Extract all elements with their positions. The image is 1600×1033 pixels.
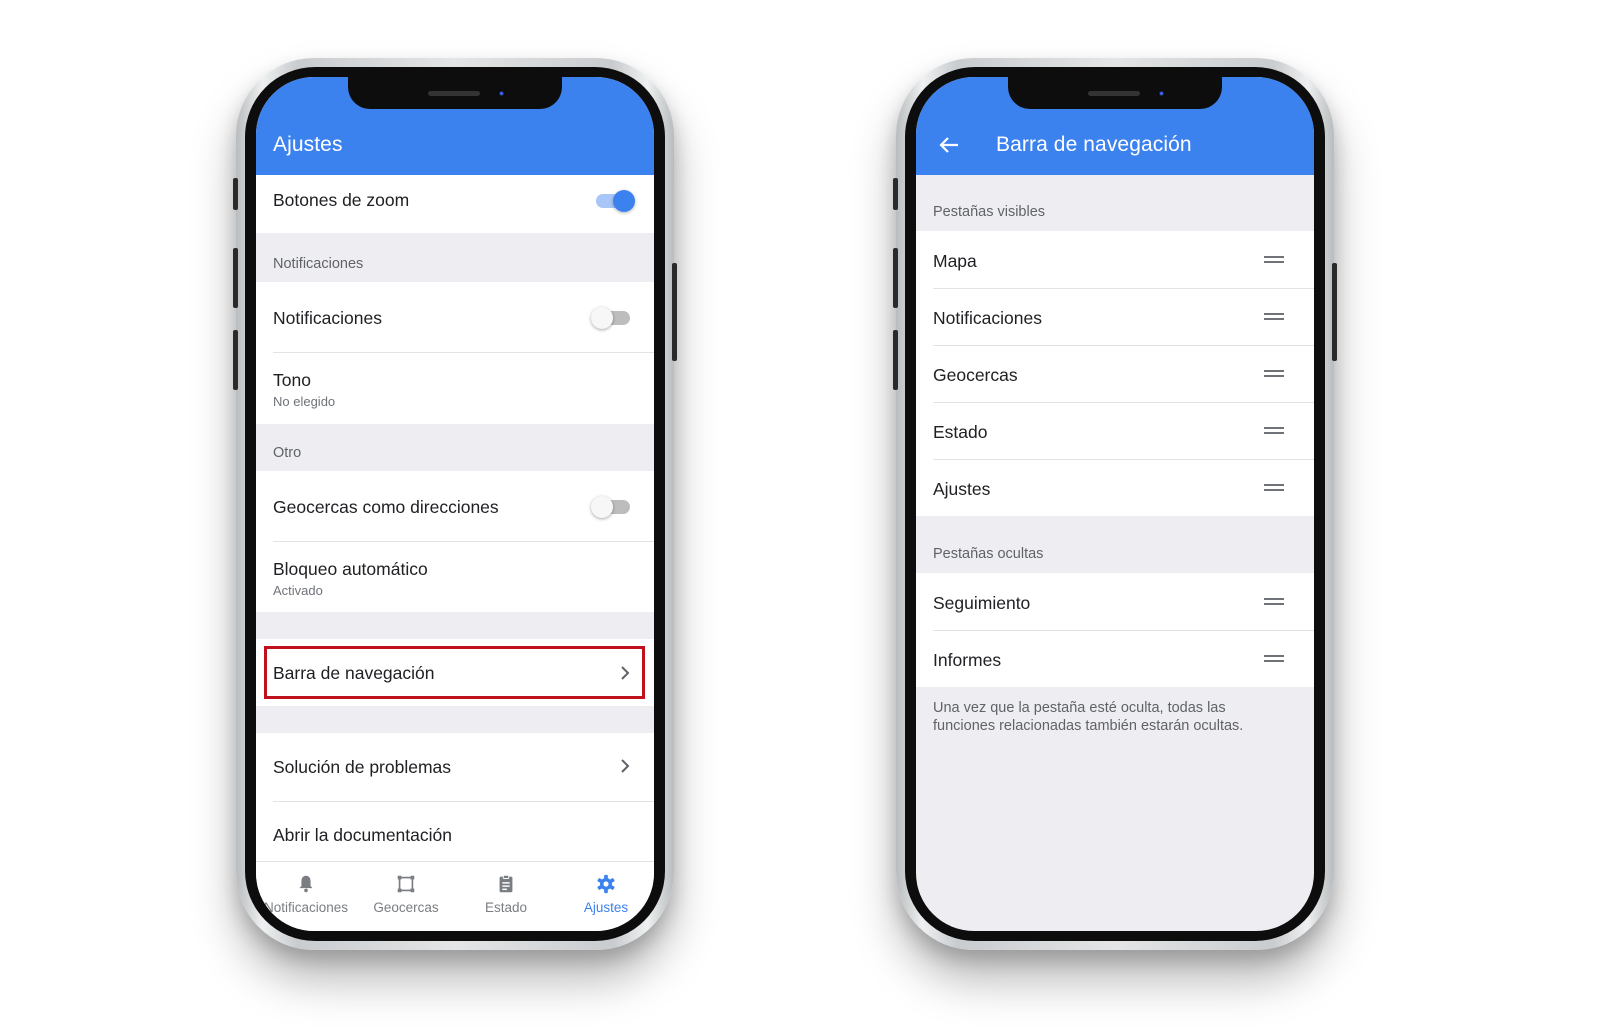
notifications-label: Notificaciones: [273, 308, 382, 328]
auto-lock-value: Activado: [273, 583, 323, 598]
other-group: Geocercas como direcciones Bloqueo autom…: [256, 471, 654, 612]
clipboard-icon: [499, 874, 513, 893]
front-camera: [1157, 89, 1166, 98]
section-header-notifications: Notificaciones: [273, 256, 364, 272]
visible-tab-label: Geocercas: [933, 365, 1018, 385]
section-header-hidden-tabs: Pestañas ocultas: [933, 546, 1044, 562]
phone-frame-right: Barra de navegación Pestañas visibles Ma…: [893, 58, 1337, 950]
volume-down-button: [233, 330, 238, 390]
tab-label: Estado: [484, 900, 528, 915]
drag-handle-icon[interactable]: [1264, 313, 1284, 321]
tone-row[interactable]: Tono No elegido: [256, 353, 654, 424]
mute-switch: [893, 178, 898, 210]
hidden-tabs-list: Seguimiento Informes: [916, 573, 1314, 687]
volume-up-button: [233, 248, 238, 308]
navigation-bar-screen: Barra de navegación Pestañas visibles Ma…: [916, 77, 1314, 931]
hidden-tab-label: Seguimiento: [933, 593, 1031, 613]
settings-list: Botones de zoom Notificaciones Notificac…: [256, 175, 654, 931]
navigation-bar-row[interactable]: Barra de navegación: [256, 639, 654, 706]
toggle-knob: [613, 190, 635, 212]
hidden-tabs-note: Una vez que la pestaña esté oculta, toda…: [933, 700, 1244, 734]
visible-tab-row[interactable]: Geocercas: [916, 345, 1314, 402]
mute-switch: [233, 178, 238, 210]
speaker: [1088, 91, 1140, 96]
drag-handle-icon[interactable]: [1264, 598, 1284, 606]
geofences-as-addresses-row[interactable]: Geocercas como direcciones: [256, 471, 654, 541]
tone-value: No elegido: [273, 394, 336, 409]
power-button: [1332, 263, 1337, 361]
drag-handle-icon[interactable]: [1264, 370, 1284, 378]
power-button: [672, 263, 677, 361]
navigation-bar-label: Barra de navegación: [273, 663, 435, 683]
speaker: [428, 91, 480, 96]
visible-tab-label: Estado: [933, 422, 988, 442]
drag-handle-icon[interactable]: [1264, 256, 1284, 264]
open-docs-row[interactable]: Abrir la documentación: [256, 802, 654, 869]
front-camera: [497, 89, 506, 98]
visible-tab-row[interactable]: Mapa: [916, 231, 1314, 288]
notifications-toggle[interactable]: [591, 307, 630, 329]
troubleshooting-row[interactable]: Solución de problemas: [256, 733, 654, 801]
visible-tab-label: Mapa: [933, 251, 977, 271]
page-title: Barra de navegación: [996, 133, 1192, 156]
tab-notifications[interactable]: Notificaciones: [256, 868, 356, 915]
visible-tab-row[interactable]: Ajustes: [916, 459, 1314, 516]
drag-handle-icon[interactable]: [1264, 427, 1284, 435]
visible-tab-row[interactable]: Notificaciones: [916, 288, 1314, 345]
hidden-tab-row[interactable]: Seguimiento: [916, 573, 1314, 630]
tab-label: Notificaciones: [263, 900, 349, 915]
volume-down-button: [893, 330, 898, 390]
open-docs-label: Abrir la documentación: [273, 825, 452, 845]
bell-icon: [299, 875, 313, 893]
help-group: Solución de problemas Abrir la documenta…: [256, 733, 654, 869]
zoom-buttons-label: Botones de zoom: [273, 190, 410, 210]
chevron-right-icon: [621, 759, 630, 773]
section-header-visible-tabs: Pestañas visibles: [933, 204, 1046, 220]
tab-label: Ajustes: [583, 900, 629, 915]
geofence-icon: [397, 875, 415, 893]
troubleshooting-label: Solución de problemas: [273, 757, 452, 777]
notifications-group: Notificaciones Tono No elegido: [256, 282, 654, 424]
toggle-knob: [591, 496, 613, 518]
settings-screen: Ajustes Botones de zoom Notificaciones N…: [256, 77, 654, 931]
tab-label: Geocercas: [373, 900, 439, 915]
phone-frame-left: Ajustes Botones de zoom Notificaciones N…: [233, 58, 677, 950]
visible-tabs-list: Mapa Notificaciones Geocercas Estado Aju…: [916, 231, 1314, 516]
phone-bezel: Ajustes Botones de zoom Notificaciones N…: [245, 67, 665, 941]
drag-handle-icon[interactable]: [1264, 655, 1284, 663]
visible-tab-row[interactable]: Estado: [916, 402, 1314, 459]
hidden-tab-label: Informes: [933, 650, 1002, 670]
tab-settings[interactable]: Ajustes: [556, 868, 654, 915]
tabs-config-list: Pestañas visibles Mapa Notificaciones Ge…: [916, 175, 1314, 931]
page-title: Ajustes: [273, 133, 343, 156]
bottom-tab-bar: Notificaciones Geocercas Estado Ajustes: [256, 861, 654, 931]
hidden-tab-row[interactable]: Informes: [916, 630, 1314, 687]
notch: [1008, 77, 1222, 109]
toggle-knob: [591, 307, 613, 329]
tone-label: Tono: [273, 370, 311, 390]
notifications-row[interactable]: Notificaciones: [256, 282, 654, 352]
volume-up-button: [893, 248, 898, 308]
zoom-buttons-toggle[interactable]: [596, 190, 635, 212]
geofences-as-addresses-toggle[interactable]: [591, 496, 630, 518]
auto-lock-label: Bloqueo automático: [273, 559, 428, 579]
zoom-buttons-row[interactable]: Botones de zoom: [256, 175, 654, 233]
phone-bezel: Barra de navegación Pestañas visibles Ma…: [905, 67, 1325, 941]
geofences-as-addresses-label: Geocercas como direcciones: [273, 497, 499, 517]
section-header-other: Otro: [273, 445, 302, 461]
tab-status[interactable]: Estado: [456, 868, 556, 915]
notch: [348, 77, 562, 109]
visible-tab-label: Ajustes: [933, 479, 991, 499]
tab-geofences[interactable]: Geocercas: [356, 868, 456, 915]
visible-tab-label: Notificaciones: [933, 308, 1042, 328]
chevron-right-icon: [621, 666, 630, 680]
drag-handle-icon[interactable]: [1264, 484, 1284, 492]
gear-icon: [597, 874, 615, 894]
back-arrow-icon[interactable]: [938, 134, 960, 156]
auto-lock-row[interactable]: Bloqueo automático Activado: [256, 542, 654, 612]
